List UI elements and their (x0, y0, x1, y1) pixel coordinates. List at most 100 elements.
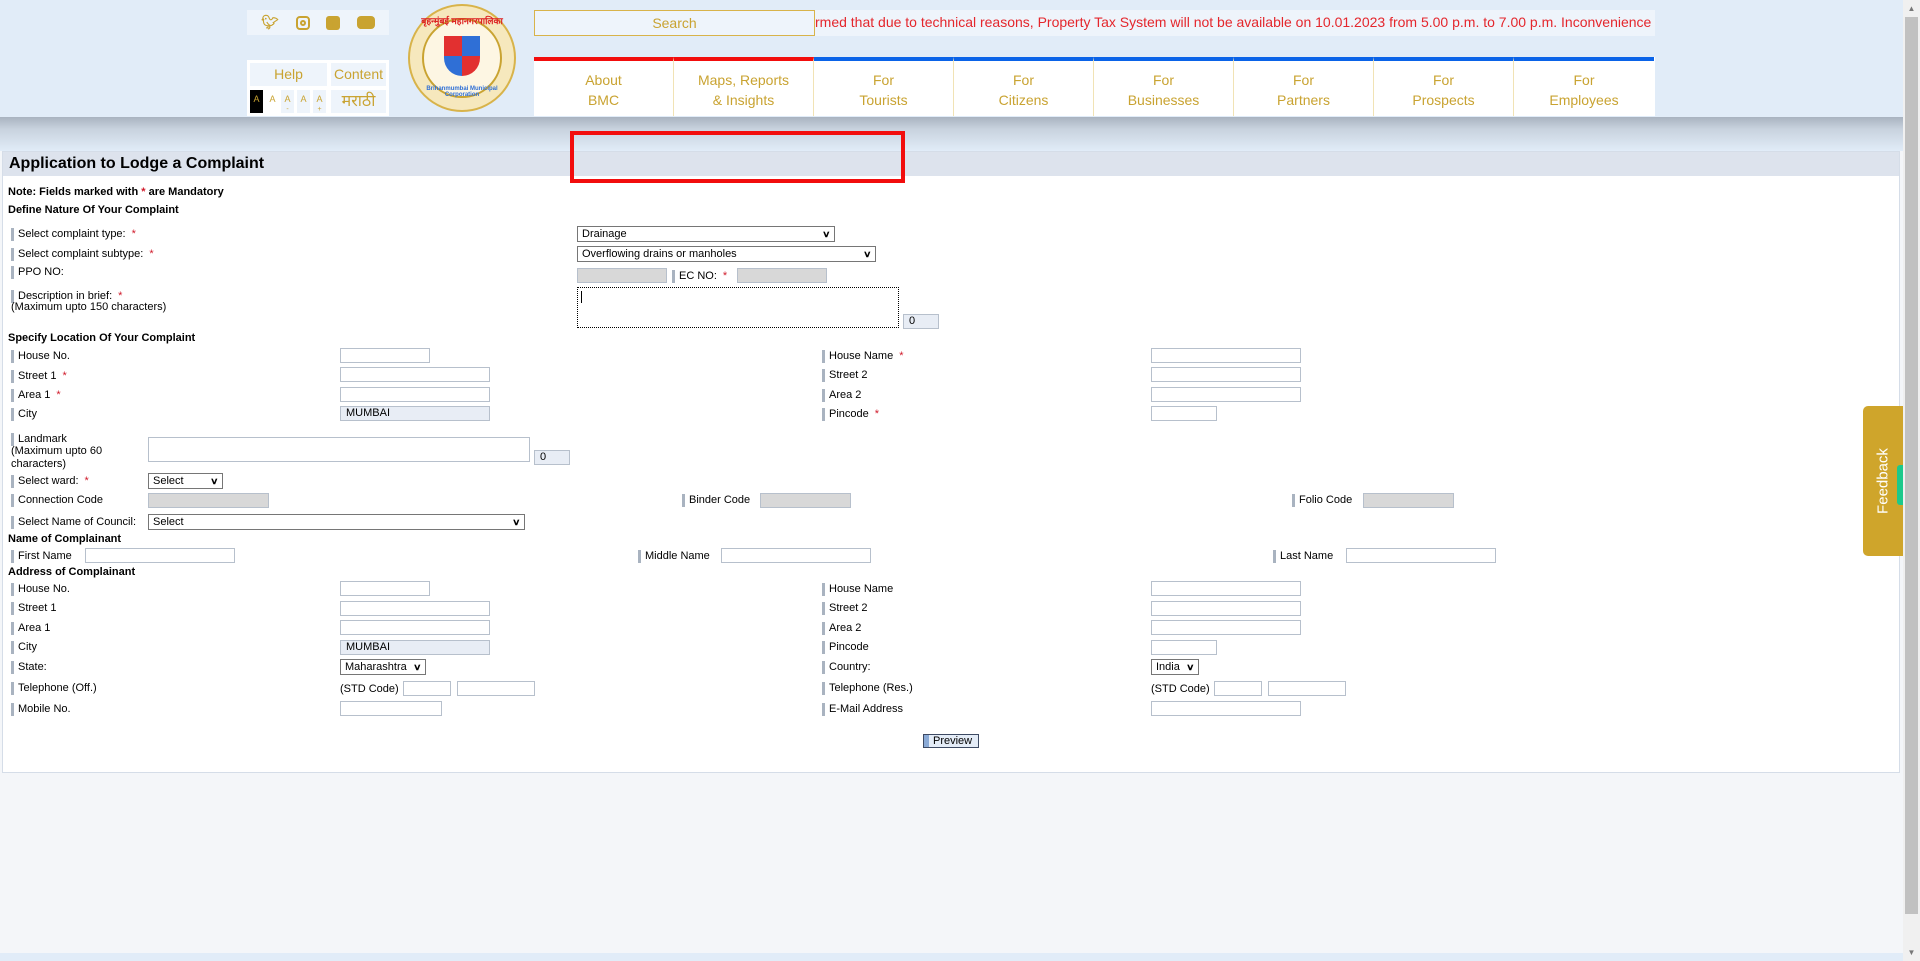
font-size-decrease-button[interactable]: A- (281, 90, 294, 113)
loc-pincode-input[interactable] (1151, 406, 1217, 421)
loc-street2-input[interactable] (1151, 367, 1301, 382)
youtube-icon[interactable]: ▶ (356, 15, 375, 29)
addr-area2-label: Area 2 (822, 622, 861, 635)
description-hint: (Maximum upto 150 characters) (11, 301, 167, 313)
addr-street1-input[interactable] (340, 601, 490, 616)
tel-off-number-input[interactable] (457, 681, 535, 696)
help-link[interactable]: Help (250, 63, 327, 86)
main-nav: About BMC Maps, Reports & Insights For Tour… (534, 57, 1655, 116)
scrollbar-thumb[interactable] (1905, 17, 1918, 914)
landmark-input[interactable] (148, 437, 530, 462)
tel-res-number-input[interactable] (1268, 681, 1346, 696)
addr-house-no-input[interactable] (340, 581, 430, 596)
section-heading-name: Name of Complainant (8, 533, 122, 545)
font-size-increase-button[interactable]: A + (313, 90, 326, 113)
state-select[interactable]: Maharashtra ∨ (340, 659, 426, 675)
loc-area2-input[interactable] (1151, 387, 1301, 402)
section-heading-location: Specify Location Of Your Complaint (8, 332, 196, 344)
announcement-ticker: rmed that due to technical reasons, Prop… (815, 10, 1655, 36)
ward-select[interactable]: Select ∨ (148, 473, 223, 489)
last-name-label: Last Name (1273, 550, 1333, 563)
nav-for-employees[interactable]: For Employees (1514, 57, 1654, 116)
nav-for-prospects[interactable]: For Prospects (1374, 57, 1514, 116)
first-name-input[interactable] (85, 548, 235, 563)
scroll-up-icon[interactable]: ▲ (1903, 0, 1920, 17)
middle-name-input[interactable] (721, 548, 871, 563)
country-select[interactable]: India ∨ (1151, 659, 1199, 675)
folio-code-input (1363, 493, 1454, 508)
description-char-count: 0 (903, 314, 939, 329)
twitter-icon[interactable]: 🐦︎ (261, 14, 279, 31)
header-shadow (0, 117, 1903, 151)
council-label: Select Name of Council: (11, 516, 136, 529)
chevron-down-icon: ∨ (512, 517, 521, 527)
folio-code-label: Folio Code (1292, 494, 1352, 507)
addr-house-no-label: House No. (11, 583, 70, 596)
vertical-scrollbar[interactable]: ▲ ▼ (1903, 0, 1920, 961)
nav-about-bmc[interactable]: About BMC (534, 57, 674, 116)
ec-no-label: EC NO: * (672, 270, 727, 283)
council-select[interactable]: Select ∨ (148, 514, 525, 530)
complaint-subtype-select[interactable]: Overflowing drains or manholes ∨ (577, 246, 876, 262)
instagram-icon[interactable] (295, 15, 310, 30)
chevron-down-icon: ∨ (863, 249, 872, 259)
section-heading-address: Address of Complainant (8, 566, 136, 578)
font-size-normal-button[interactable]: A (266, 90, 279, 113)
nav-for-tourists[interactable]: For Tourists (814, 57, 954, 116)
loc-house-name-input[interactable] (1151, 348, 1301, 363)
tel-res-std-input[interactable] (1214, 681, 1262, 696)
complaint-form: Application to Lodge a Complaint (2, 151, 1900, 773)
addr-city-input: MUMBAI (340, 640, 490, 655)
nav-for-citizens[interactable]: For Citizens (954, 57, 1094, 116)
utility-panel: Help Content A A A- A A + मराठी (247, 60, 389, 116)
loc-area2-label: Area 2 (822, 389, 861, 402)
font-size-medium-button[interactable]: A (297, 90, 310, 113)
addr-house-name-input[interactable] (1151, 581, 1301, 596)
loc-street2-label: Street 2 (822, 369, 868, 382)
loc-street1-input[interactable] (340, 367, 490, 382)
addr-area2-input[interactable] (1151, 620, 1301, 635)
tel-off-std-label: (STD Code) (340, 683, 399, 695)
feedback-label: Feedback (1874, 448, 1892, 514)
preview-button[interactable]: Preview (923, 734, 979, 748)
loc-house-no-input[interactable] (340, 348, 430, 363)
scroll-down-icon[interactable]: ▼ (1903, 944, 1920, 961)
addr-pincode-label: Pincode (822, 641, 869, 654)
content-link[interactable]: Content (331, 63, 386, 86)
tel-res-label: Telephone (Res.) (822, 682, 913, 695)
facebook-icon[interactable]: f (326, 15, 341, 30)
search-input[interactable]: Search (534, 10, 815, 36)
nav-for-businesses[interactable]: For Businesses (1094, 57, 1234, 116)
loc-house-no-label: House No. (11, 350, 70, 363)
loc-house-name-label: House Name * (822, 350, 903, 363)
addr-area1-input[interactable] (340, 620, 490, 635)
chevron-down-icon: ∨ (413, 662, 422, 672)
connection-code-input (148, 493, 269, 508)
tel-res-std-label: (STD Code) (1151, 683, 1210, 695)
nav-for-partners[interactable]: For Partners (1234, 57, 1374, 116)
middle-name-label: Middle Name (638, 550, 710, 563)
email-label: E-Mail Address (822, 703, 903, 716)
ward-label: Select ward: * (11, 475, 89, 488)
complaint-type-label: Select complaint type: * (11, 228, 136, 241)
font-size-default-button[interactable]: A (250, 90, 263, 113)
description-textarea[interactable] (577, 287, 899, 328)
email-input[interactable] (1151, 701, 1301, 716)
logo-shield-icon (444, 36, 480, 76)
logo-text-hindi: बृहन्मुंबई महानगरपालिका (421, 16, 503, 26)
addr-street2-input[interactable] (1151, 601, 1301, 616)
ppo-no-input (577, 268, 667, 283)
language-toggle-marathi[interactable]: मराठी (331, 90, 386, 113)
chevron-down-icon: ∨ (1186, 662, 1195, 672)
mobile-input[interactable] (340, 701, 442, 716)
last-name-input[interactable] (1346, 548, 1496, 563)
loc-area1-input[interactable] (340, 387, 490, 402)
addr-pincode-input[interactable] (1151, 640, 1217, 655)
tel-off-std-input[interactable] (403, 681, 451, 696)
addr-street1-label: Street 1 (11, 602, 57, 615)
complaint-type-select[interactable]: Drainage ∨ (577, 226, 835, 242)
nav-maps-reports[interactable]: Maps, Reports & Insights (674, 57, 814, 116)
bmc-logo[interactable]: बृहन्मुंबई महानगरपालिका Brihanmumbai Mun… (408, 4, 516, 112)
ec-no-input (737, 268, 827, 283)
feedback-button[interactable]: Feedback (1863, 406, 1903, 556)
